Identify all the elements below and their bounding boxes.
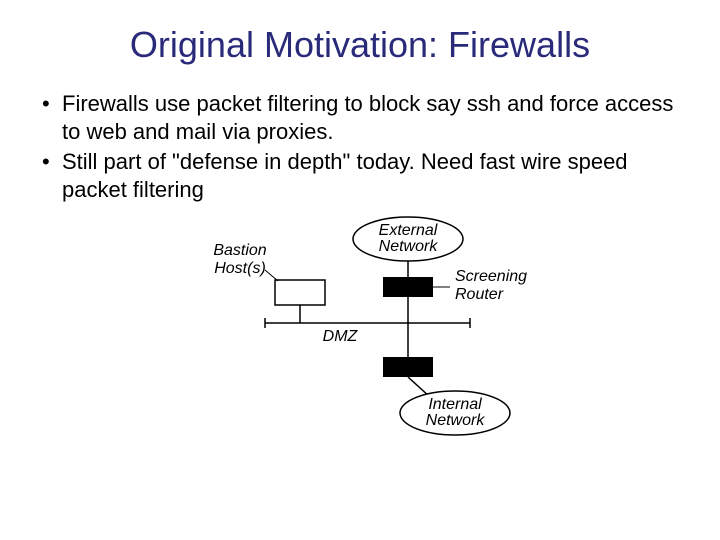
internal-network-label-2: Network — [426, 412, 486, 429]
bullet-item: Firewalls use packet filtering to block … — [38, 90, 682, 146]
screening-router-label-2: Router — [455, 286, 504, 303]
firewall-diagram: External Network Screening Router DMZ Ba… — [170, 215, 550, 445]
bastion-label-2: Host(s) — [214, 260, 266, 277]
dmz-label: DMZ — [323, 328, 359, 345]
bullet-item: Still part of "defense in depth" today. … — [38, 148, 682, 204]
bastion-host-node — [275, 280, 325, 305]
external-network-label-2: Network — [379, 238, 439, 255]
bullet-list: Firewalls use packet filtering to block … — [28, 90, 692, 205]
screening-router-node — [383, 277, 433, 297]
slide-title: Original Motivation: Firewalls — [28, 24, 692, 66]
internal-network-label-1: Internal — [428, 396, 482, 413]
diagram-container: External Network Screening Router DMZ Ba… — [28, 215, 692, 445]
bastion-label-1: Bastion — [213, 242, 266, 259]
external-network-label-1: External — [379, 222, 438, 239]
connector-bastion-label — [265, 270, 278, 281]
screening-router-label-1: Screening — [455, 268, 527, 285]
internal-router-node — [383, 357, 433, 377]
